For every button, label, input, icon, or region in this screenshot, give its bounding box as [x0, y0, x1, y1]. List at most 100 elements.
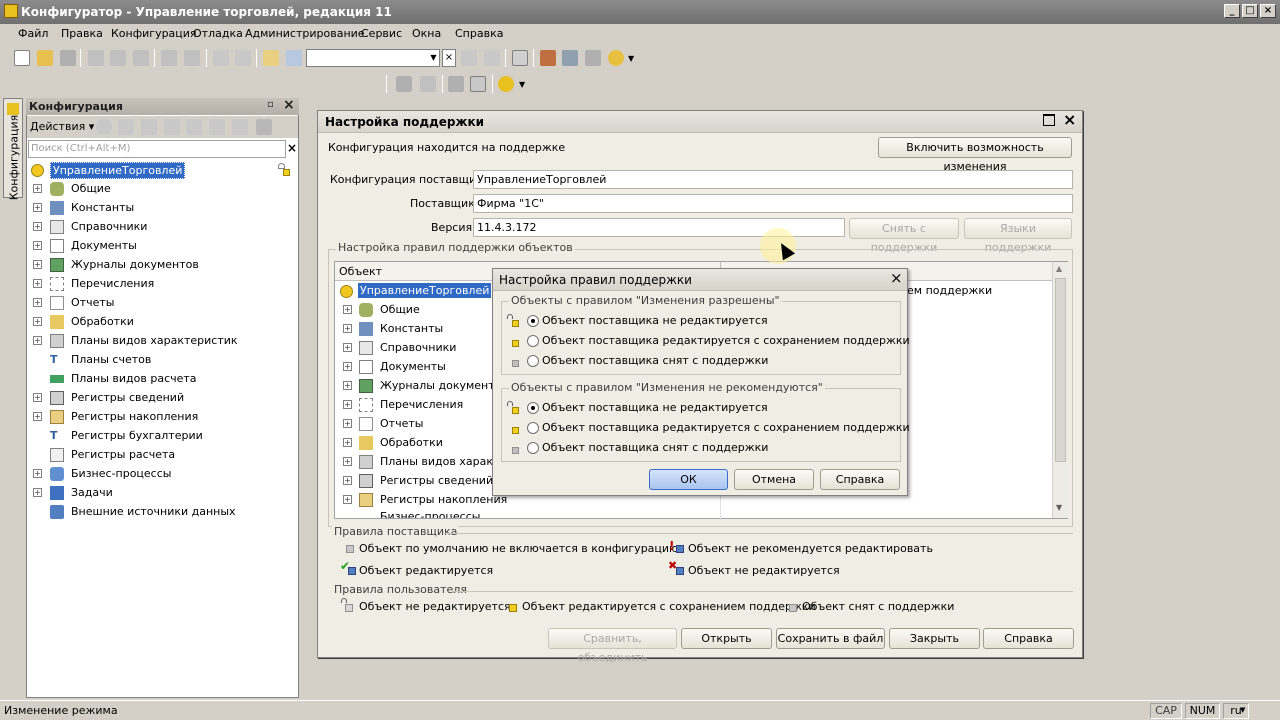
compare-merge-button[interactable]: Сравнить, объединить: [548, 628, 677, 664]
vendor-config-field[interactable]: УправлениеТорговлей: [473, 170, 1073, 189]
new-file-icon[interactable]: [14, 50, 30, 66]
find-prev-icon[interactable]: [484, 50, 500, 66]
g2-radio-not-edited[interactable]: [527, 402, 539, 414]
maximize-dialog-icon[interactable]: [1043, 114, 1055, 126]
g2-option-3[interactable]: Объект поставщика снят с поддержки: [542, 441, 768, 454]
table-scrollbar[interactable]: ▲ ▼: [1052, 262, 1068, 518]
cut-icon[interactable]: [88, 50, 104, 66]
save-to-file-button[interactable]: Сохранить в файл: [776, 628, 885, 649]
tree-item[interactable]: + Регистры накопления: [27, 408, 298, 427]
windows-icon[interactable]: [512, 50, 528, 66]
menu-service[interactable]: Сервис: [361, 27, 402, 40]
tree-item[interactable]: Т Регистры бухгалтерии: [27, 427, 298, 446]
support-languages-button[interactable]: Языки поддержки: [964, 218, 1072, 254]
close-window-button[interactable]: ×: [1260, 4, 1276, 18]
move-down-icon[interactable]: [209, 119, 225, 135]
maximize-button[interactable]: □: [1242, 4, 1258, 18]
module-icon[interactable]: [396, 76, 412, 92]
remove-support-button[interactable]: Снять с поддержки: [849, 218, 959, 254]
cancel-button[interactable]: Отмена: [734, 469, 814, 490]
tree-item[interactable]: + Константы: [27, 199, 298, 218]
scroll-thumb[interactable]: [1055, 278, 1066, 462]
tree-item[interactable]: Планы видов расчета: [27, 370, 298, 389]
table-row[interactable]: Бизнес-процессы: [335, 508, 720, 518]
move-up-icon[interactable]: [186, 119, 202, 135]
g2-radio-edited-with-support[interactable]: [527, 422, 539, 434]
menu-help[interactable]: Справка: [455, 27, 503, 40]
scroll-up-icon[interactable]: ▲: [1056, 264, 1062, 273]
tree-item[interactable]: + Журналы документов: [27, 256, 298, 275]
run-debug-icon[interactable]: [498, 76, 514, 92]
tree-item[interactable]: + Общие: [27, 180, 298, 199]
database-icon[interactable]: [448, 76, 464, 92]
menu-edit[interactable]: Правка: [61, 27, 103, 40]
tree-root[interactable]: УправлениеТорговлей: [27, 161, 298, 180]
info-icon[interactable]: [608, 50, 624, 66]
form-icon[interactable]: [420, 76, 436, 92]
panel-search-clear-icon[interactable]: ×: [286, 141, 298, 157]
run-dropdown-icon[interactable]: ▼: [519, 80, 525, 89]
toolbar-search-input[interactable]: [306, 49, 440, 67]
help-content-icon[interactable]: [585, 50, 601, 66]
g1-option-2[interactable]: Объект поставщика редактируется с сохран…: [542, 334, 910, 347]
g1-option-1[interactable]: Объект поставщика не редактируется: [542, 314, 768, 327]
enable-changes-button[interactable]: Включить возможность изменения: [878, 137, 1072, 173]
undo-icon[interactable]: [213, 50, 229, 66]
save-icon[interactable]: [60, 50, 76, 66]
open-folder-icon[interactable]: [37, 50, 53, 66]
vendor-field[interactable]: Фирма "1С": [473, 194, 1073, 213]
tree-item[interactable]: + Документы: [27, 237, 298, 256]
close-button[interactable]: Закрыть: [889, 628, 980, 649]
lang-dropdown-icon[interactable]: ▼: [1240, 706, 1245, 714]
rules-help-button[interactable]: Справка: [820, 469, 900, 490]
open-button[interactable]: Открыть: [681, 628, 772, 649]
print-icon[interactable]: [161, 50, 177, 66]
tree-item[interactable]: + Задачи: [27, 484, 298, 503]
menu-configuration[interactable]: Конфигурация: [111, 27, 197, 40]
table-icon[interactable]: [470, 76, 486, 92]
g2-option-2[interactable]: Объект поставщика редактируется с сохран…: [542, 421, 910, 434]
side-tab-configuration[interactable]: Конфигурация: [3, 98, 23, 200]
delete-icon[interactable]: [164, 119, 180, 135]
g1-option-3[interactable]: Объект поставщика снят с поддержки: [542, 354, 768, 367]
tree-item[interactable]: + Бизнес-процессы: [27, 465, 298, 484]
add-icon[interactable]: [96, 119, 112, 135]
menu-windows[interactable]: Окна: [412, 27, 441, 40]
panel-pin-icon[interactable]: ▫: [267, 99, 274, 110]
g2-radio-removed[interactable]: [527, 442, 539, 454]
scroll-down-icon[interactable]: ▼: [1056, 503, 1062, 512]
tree-item[interactable]: Регистры расчета: [27, 446, 298, 465]
g2-option-1[interactable]: Объект поставщика не редактируется: [542, 401, 768, 414]
search-icon[interactable]: [286, 50, 302, 66]
toolbar-more-icon[interactable]: ▼: [628, 54, 634, 63]
clear-search-icon[interactable]: ×: [442, 49, 456, 67]
tree-item[interactable]: + Отчеты: [27, 294, 298, 313]
copy-item-icon[interactable]: [141, 119, 157, 135]
panel-search-input[interactable]: Поиск (Ctrl+Alt+M): [28, 140, 286, 158]
find-in-folder-icon[interactable]: [263, 50, 279, 66]
minimize-button[interactable]: _: [1224, 4, 1240, 18]
support-help-button[interactable]: Справка: [983, 628, 1074, 649]
ok-button[interactable]: ОК: [649, 469, 728, 490]
sort-icon[interactable]: [232, 119, 248, 135]
help-search-icon[interactable]: [562, 50, 578, 66]
g1-radio-not-edited[interactable]: [527, 315, 539, 327]
search-dropdown-icon[interactable]: ▼: [428, 50, 439, 66]
paste-icon[interactable]: [133, 50, 149, 66]
close-rules-dialog-icon[interactable]: ×: [890, 269, 903, 287]
panel-close-icon[interactable]: ×: [283, 97, 295, 113]
menu-file[interactable]: Файл: [18, 27, 48, 40]
edit-icon[interactable]: [118, 119, 134, 135]
actions-menu[interactable]: Действия ▾: [30, 120, 94, 133]
column-object-header[interactable]: Объект: [339, 265, 382, 278]
tree-item[interactable]: + Справочники: [27, 218, 298, 237]
syntax-assistant-icon[interactable]: [540, 50, 556, 66]
print-preview-icon[interactable]: [184, 50, 200, 66]
menu-administration[interactable]: Администрирование: [245, 27, 365, 40]
close-dialog-icon[interactable]: ×: [1063, 110, 1076, 129]
tree-item[interactable]: Т Планы счетов: [27, 351, 298, 370]
tree-item[interactable]: + Планы видов характеристик: [27, 332, 298, 351]
tree-item[interactable]: + Регистры сведений: [27, 389, 298, 408]
tree-item[interactable]: Внешние источники данных: [27, 503, 298, 522]
find-next-icon[interactable]: [461, 50, 477, 66]
